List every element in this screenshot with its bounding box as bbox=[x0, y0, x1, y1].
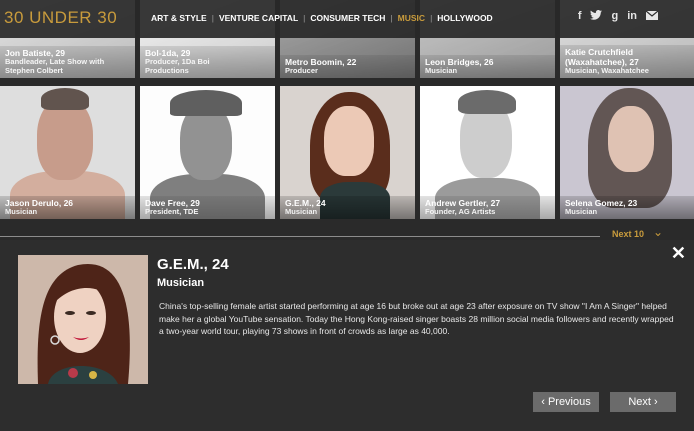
chevron-left-icon: ‹ bbox=[541, 396, 545, 408]
nav-separator: | bbox=[303, 13, 306, 23]
profile-role: Musician bbox=[565, 206, 598, 216]
nav-item-consumer-tech[interactable]: CONSUMER TECH bbox=[310, 13, 385, 23]
profile-description: China's top-selling female artist starte… bbox=[159, 301, 674, 336]
profile-role: Founder, AG Artists bbox=[425, 206, 496, 216]
profile-name: Jon Batiste, 29 bbox=[5, 48, 65, 58]
profile-role: Producer bbox=[285, 65, 318, 75]
profile-role: President, TDE bbox=[145, 206, 199, 216]
divider bbox=[0, 236, 600, 237]
profile-detail-panel: ✕ G.E.M., 24 Musician China's top-sellin… bbox=[0, 240, 694, 431]
site-logo[interactable]: 30 UNDER 30 bbox=[4, 8, 117, 28]
previous-button[interactable]: ‹ Previous bbox=[533, 392, 599, 412]
linkedin-icon[interactable]: in bbox=[627, 11, 637, 22]
profile-name: Jason Derulo, 26 bbox=[5, 197, 74, 208]
nav-separator: | bbox=[430, 13, 433, 23]
nav-item-art-style[interactable]: ART & STYLE bbox=[151, 13, 207, 23]
profile-tile[interactable]: Jason Derulo, 26 Musician bbox=[0, 86, 135, 219]
twitter-icon[interactable] bbox=[590, 10, 603, 23]
chevron-right-icon: › bbox=[653, 396, 658, 408]
nav-item-venture-capital[interactable]: VENTURE CAPITAL bbox=[219, 13, 298, 23]
nav-separator: | bbox=[390, 13, 393, 23]
previous-label: Previous bbox=[547, 396, 591, 408]
profile-role: Musician bbox=[425, 65, 458, 75]
profile-name: Katie Crutchfield (Waxahatchee), 27 bbox=[565, 46, 639, 67]
profile-name: Selena Gomez, 23 bbox=[565, 197, 638, 208]
profile-role: Bandleader, Late Show with Stephen Colbe… bbox=[5, 57, 105, 75]
profile-name: Dave Free, 29 bbox=[145, 197, 200, 208]
close-icon[interactable]: ✕ bbox=[671, 244, 686, 262]
next-button[interactable]: Next › bbox=[610, 392, 676, 412]
page: Jon Batiste, 29 Bandleader, Late Show wit… bbox=[0, 0, 694, 431]
profile-role: Musician, Waxahatchee bbox=[565, 65, 649, 75]
profile-tile[interactable]: G.E.M., 24 Musician bbox=[280, 86, 415, 219]
profile-role: Producer, 1Da Boi Productions bbox=[145, 57, 210, 75]
next-ten-link[interactable]: Next 10 bbox=[612, 229, 644, 239]
nav-item-music[interactable]: MUSIC bbox=[398, 13, 425, 23]
profile-name: Bol-1da, 29 bbox=[145, 48, 191, 58]
top-nav-bar: 30 UNDER 30 ART & STYLE | VENTURE CAPITA… bbox=[0, 0, 694, 38]
profile-name: Andrew Gertler, 27 bbox=[425, 197, 501, 208]
chevron-down-icon[interactable]: ⌄ bbox=[653, 225, 663, 239]
profile-name: Leon Bridges, 26 bbox=[425, 56, 494, 67]
profile-role: Musician bbox=[5, 206, 38, 216]
profile-tile[interactable]: Andrew Gertler, 27 Founder, AG Artists bbox=[420, 86, 555, 219]
facebook-icon[interactable]: f bbox=[578, 11, 582, 22]
profile-name: Metro Boomin, 22 bbox=[285, 56, 357, 67]
profile-role: Musician bbox=[157, 277, 205, 289]
profile-tile[interactable]: Selena Gomez, 23 Musician bbox=[560, 86, 694, 219]
profile-name: G.E.M., 24 bbox=[285, 197, 326, 208]
social-links: f g in bbox=[578, 10, 659, 23]
profile-role: Musician bbox=[285, 206, 318, 216]
category-nav: ART & STYLE | VENTURE CAPITAL | CONSUMER… bbox=[151, 13, 493, 23]
nav-item-hollywood[interactable]: HOLLYWOOD bbox=[437, 13, 492, 23]
mail-icon[interactable] bbox=[645, 10, 659, 23]
next-label: Next bbox=[628, 396, 651, 408]
nav-separator: | bbox=[211, 13, 214, 23]
profile-tile[interactable]: Dave Free, 29 President, TDE bbox=[140, 86, 275, 219]
profile-title: G.E.M., 24 bbox=[157, 256, 229, 273]
google-plus-icon[interactable]: g bbox=[611, 11, 618, 22]
profile-photo bbox=[18, 255, 148, 384]
